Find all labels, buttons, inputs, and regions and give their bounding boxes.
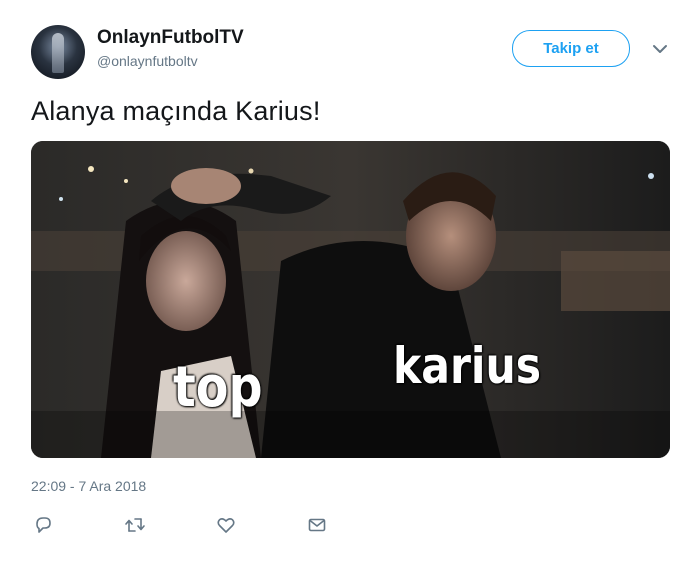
message-icon[interactable] (307, 515, 327, 535)
follow-button[interactable]: Takip et (512, 30, 630, 67)
tweet-text: Alanya maçında Karius! (31, 96, 321, 126)
media-scene (31, 141, 670, 458)
avatar-figure (52, 33, 64, 73)
tweet-timestamp[interactable]: 22:09 - 7 Ara 2018 (31, 478, 146, 494)
like-icon[interactable] (216, 515, 236, 535)
user-handle[interactable]: @onlaynfutboltv (97, 53, 198, 69)
tweet-media-image[interactable]: top karius (31, 141, 670, 458)
retweet-icon[interactable] (124, 515, 145, 535)
reply-icon[interactable] (33, 515, 53, 535)
media-caption-left: top (173, 355, 263, 420)
display-name[interactable]: OnlaynFutbolTV (97, 27, 244, 49)
avatar[interactable] (31, 25, 85, 79)
chevron-down-icon[interactable] (651, 40, 669, 58)
media-caption-right: karius (393, 337, 542, 395)
